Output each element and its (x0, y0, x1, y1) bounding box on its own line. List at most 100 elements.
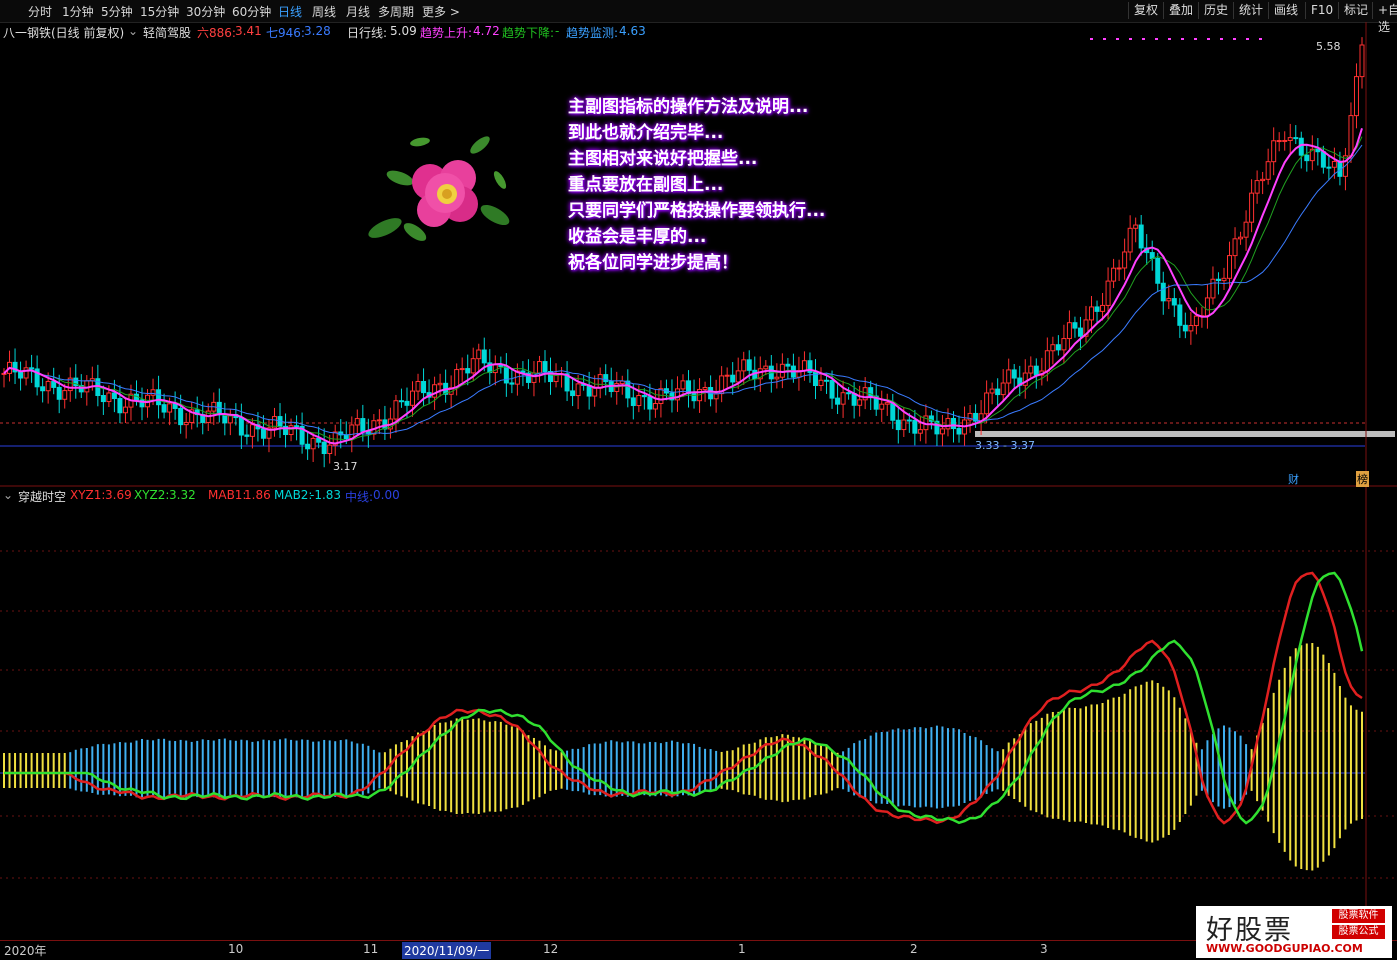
candle-body (763, 365, 769, 370)
candle-body (393, 400, 399, 420)
candle-body (906, 419, 912, 422)
candle-body (100, 395, 106, 403)
candle-body (1276, 140, 1282, 143)
candle-body (150, 389, 156, 396)
sub-settings-chevron-icon[interactable]: ⌄ (3, 488, 13, 502)
mab1-label: MAB1: (208, 488, 247, 502)
xyz1-value: 3.69 (105, 488, 132, 502)
candle-body (421, 380, 427, 394)
annotation-line: 到此也就介绍完毕... (568, 123, 724, 143)
candle-body (779, 363, 785, 378)
x-tick-label: 12 (543, 942, 559, 956)
candle-body (244, 434, 250, 437)
candle-body (801, 360, 807, 372)
candle-body (1193, 315, 1199, 327)
candle-body (161, 404, 167, 413)
annotation-line: 主副图指标的操作方法及说明... (568, 97, 809, 117)
candle-body (18, 371, 24, 379)
candle-body (1326, 166, 1332, 169)
candle-body (23, 367, 29, 379)
candle-body (156, 389, 162, 406)
candle-body (1215, 278, 1221, 282)
candle-body (950, 417, 956, 430)
ranking-marker[interactable]: 榜 (1356, 471, 1369, 487)
candle-body (1282, 139, 1288, 142)
candle-body (111, 392, 117, 400)
candle-body (1111, 267, 1117, 282)
candle-body (939, 428, 945, 435)
candle-body (1028, 365, 1034, 374)
candle-body (1227, 255, 1233, 279)
xyz2-label: XYZ2: (134, 488, 170, 502)
candle-body (1105, 280, 1111, 306)
signal-dot (1155, 38, 1158, 40)
candle-body (1160, 282, 1166, 302)
signal-dot (1233, 38, 1236, 40)
x-tick-label: 2020年 (4, 944, 47, 958)
candle-body (1287, 137, 1293, 141)
candle-body (1249, 192, 1255, 223)
mab2-label: MAB2: (274, 488, 313, 502)
candle-body (1254, 180, 1260, 194)
watermark-logo: 好股票 WWW.GOODGUPIAO.COM 股票软件 股票公式 (1196, 906, 1392, 958)
candle-body (410, 390, 416, 406)
signal-dot (1116, 38, 1119, 40)
candle-body (835, 397, 841, 405)
cursor-date-label: 2020/11/09/一 (402, 942, 492, 959)
signal-dot (1090, 38, 1093, 40)
sub-indicator-name[interactable]: 穿越时空 (18, 488, 66, 505)
candle-body (1066, 322, 1072, 340)
candle-body (509, 382, 515, 385)
candle-body (222, 414, 228, 424)
candle-body (1094, 306, 1100, 312)
candle-body (901, 419, 907, 431)
x-tick-label: 1 (738, 942, 746, 956)
finance-marker[interactable]: 财 (1288, 471, 1299, 487)
candle-body (1033, 365, 1039, 376)
candle-body (1061, 338, 1067, 351)
candle-body (167, 403, 173, 413)
candle-body (641, 395, 647, 398)
signal-dots (1090, 38, 1262, 40)
price-range-label: 3.33 - 3.37 (975, 439, 1035, 452)
signal-dot (1129, 38, 1132, 40)
candle-body (249, 424, 255, 437)
candle-body (40, 386, 46, 392)
annotation-line: 收益会是丰厚的... (568, 227, 707, 247)
candle-body (404, 400, 410, 406)
signal-dot (1246, 38, 1249, 40)
candle-body (1077, 327, 1083, 337)
candle-body (327, 444, 333, 455)
candle-body (1127, 227, 1133, 253)
candle-body (625, 380, 631, 399)
candle-body (1177, 304, 1183, 326)
candle-body (321, 441, 327, 455)
signal-dot (1220, 38, 1223, 40)
signal-dot (1168, 38, 1171, 40)
instruction-annotation: 主副图指标的操作方法及说明... 到此也就介绍完毕... 主图相对来说好把握些.… (568, 94, 825, 276)
candle-body (415, 380, 421, 392)
candle-body (995, 388, 1001, 396)
candle-body (117, 398, 123, 414)
candle-body (476, 349, 482, 360)
candle-body (183, 421, 189, 426)
candle-body (51, 380, 57, 388)
candle-body (818, 379, 824, 387)
candle-body (895, 419, 901, 431)
candle-body (846, 392, 852, 395)
candle-body (1116, 267, 1122, 270)
candle-body (45, 380, 51, 392)
candle-body (1, 372, 7, 375)
candle-body (1149, 252, 1155, 259)
candle-body (492, 364, 498, 374)
signal-dot (1207, 38, 1210, 40)
candle-body (630, 397, 636, 407)
candle-body (1238, 236, 1244, 240)
candle-body (884, 402, 890, 405)
candle-body (84, 380, 90, 393)
candle-body (890, 402, 896, 421)
candle-body (702, 387, 708, 390)
signal-dot (1181, 38, 1184, 40)
candle-body (1166, 298, 1172, 302)
candle-body (824, 379, 830, 382)
